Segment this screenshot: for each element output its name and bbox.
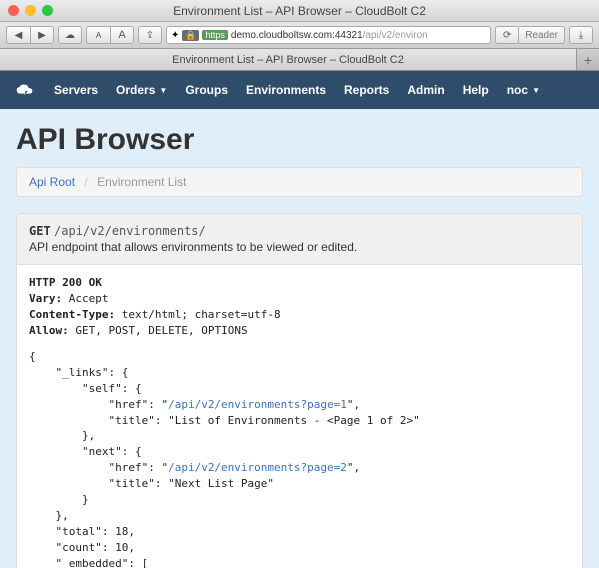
address-bar[interactable]: ✦ 🔒 https demo.cloudboltsw.com:44321 /ap… <box>166 26 491 44</box>
api-response: HTTP 200 OK Vary: Accept Content-Type: t… <box>17 265 582 568</box>
https-badge: https <box>202 30 228 40</box>
nav-servers[interactable]: Servers <box>54 83 98 97</box>
nav-user-menu[interactable]: noc▼ <box>507 83 540 97</box>
window-title: Environment List – API Browser – CloudBo… <box>0 4 599 18</box>
response-body-json: { "_links": { "self": { "href": "/api/v2… <box>29 349 570 568</box>
page-content: API Browser Api Root / Environment List … <box>0 109 599 568</box>
nav-groups[interactable]: Groups <box>185 83 228 97</box>
breadcrumb-current: Environment List <box>97 175 186 189</box>
chevron-down-icon: ▼ <box>532 86 540 95</box>
back-button[interactable]: ◀ <box>6 26 30 44</box>
close-window-button[interactable] <box>8 5 19 16</box>
page-title: API Browser <box>16 109 583 167</box>
breadcrumb: Api Root / Environment List <box>16 167 583 197</box>
window-traffic-lights <box>8 5 53 16</box>
browser-toolbar: ◀ ▶ ☁ A A ⇪ ✦ 🔒 https demo.cloudboltsw.c… <box>0 22 599 49</box>
forward-button[interactable]: ▶ <box>30 26 54 44</box>
request-path: /api/v2/environments/ <box>54 224 206 238</box>
address-host: demo.cloudboltsw.com:44321 <box>231 30 363 41</box>
address-path: /api/v2/environ <box>363 30 428 41</box>
request-method: GET <box>29 224 51 238</box>
browser-tab[interactable]: Environment List – API Browser – CloudBo… <box>0 49 577 70</box>
api-request-header: GET /api/v2/environments/ API endpoint t… <box>17 214 582 265</box>
nav-reports[interactable]: Reports <box>344 83 389 97</box>
request-description: API endpoint that allows environments to… <box>29 240 570 254</box>
minimize-window-button[interactable] <box>25 5 36 16</box>
site-favicon-icon: ✦ <box>171 30 182 41</box>
api-panel: GET /api/v2/environments/ API endpoint t… <box>16 213 583 568</box>
icloud-button[interactable]: ☁ <box>58 26 82 44</box>
breadcrumb-root-link[interactable]: Api Root <box>29 175 75 189</box>
breadcrumb-sep: / <box>84 175 87 189</box>
zoom-window-button[interactable] <box>42 5 53 16</box>
main-navbar: Servers Orders▼ Groups Environments Repo… <box>0 71 599 109</box>
status-line: HTTP 200 OK <box>29 276 102 289</box>
cloudbolt-logo-icon[interactable] <box>14 82 36 98</box>
font-bigger-button[interactable]: A <box>110 26 134 44</box>
tab-bar: Environment List – API Browser – CloudBo… <box>0 49 599 71</box>
nav-admin[interactable]: Admin <box>407 83 444 97</box>
reader-button[interactable]: Reader <box>519 26 565 44</box>
share-button[interactable]: ⇪ <box>138 26 162 44</box>
downloads-button[interactable]: ⤓ <box>569 26 593 44</box>
lock-icon: 🔒 <box>182 30 199 41</box>
window-titlebar: Environment List – API Browser – CloudBo… <box>0 0 599 22</box>
chevron-down-icon: ▼ <box>159 86 167 95</box>
nav-orders[interactable]: Orders▼ <box>116 83 167 97</box>
font-smaller-button[interactable]: A <box>86 26 110 44</box>
nav-help[interactable]: Help <box>463 83 489 97</box>
nav-environments[interactable]: Environments <box>246 83 326 97</box>
new-tab-button[interactable]: + <box>577 49 599 70</box>
reload-button[interactable]: ⟳ <box>495 26 519 44</box>
